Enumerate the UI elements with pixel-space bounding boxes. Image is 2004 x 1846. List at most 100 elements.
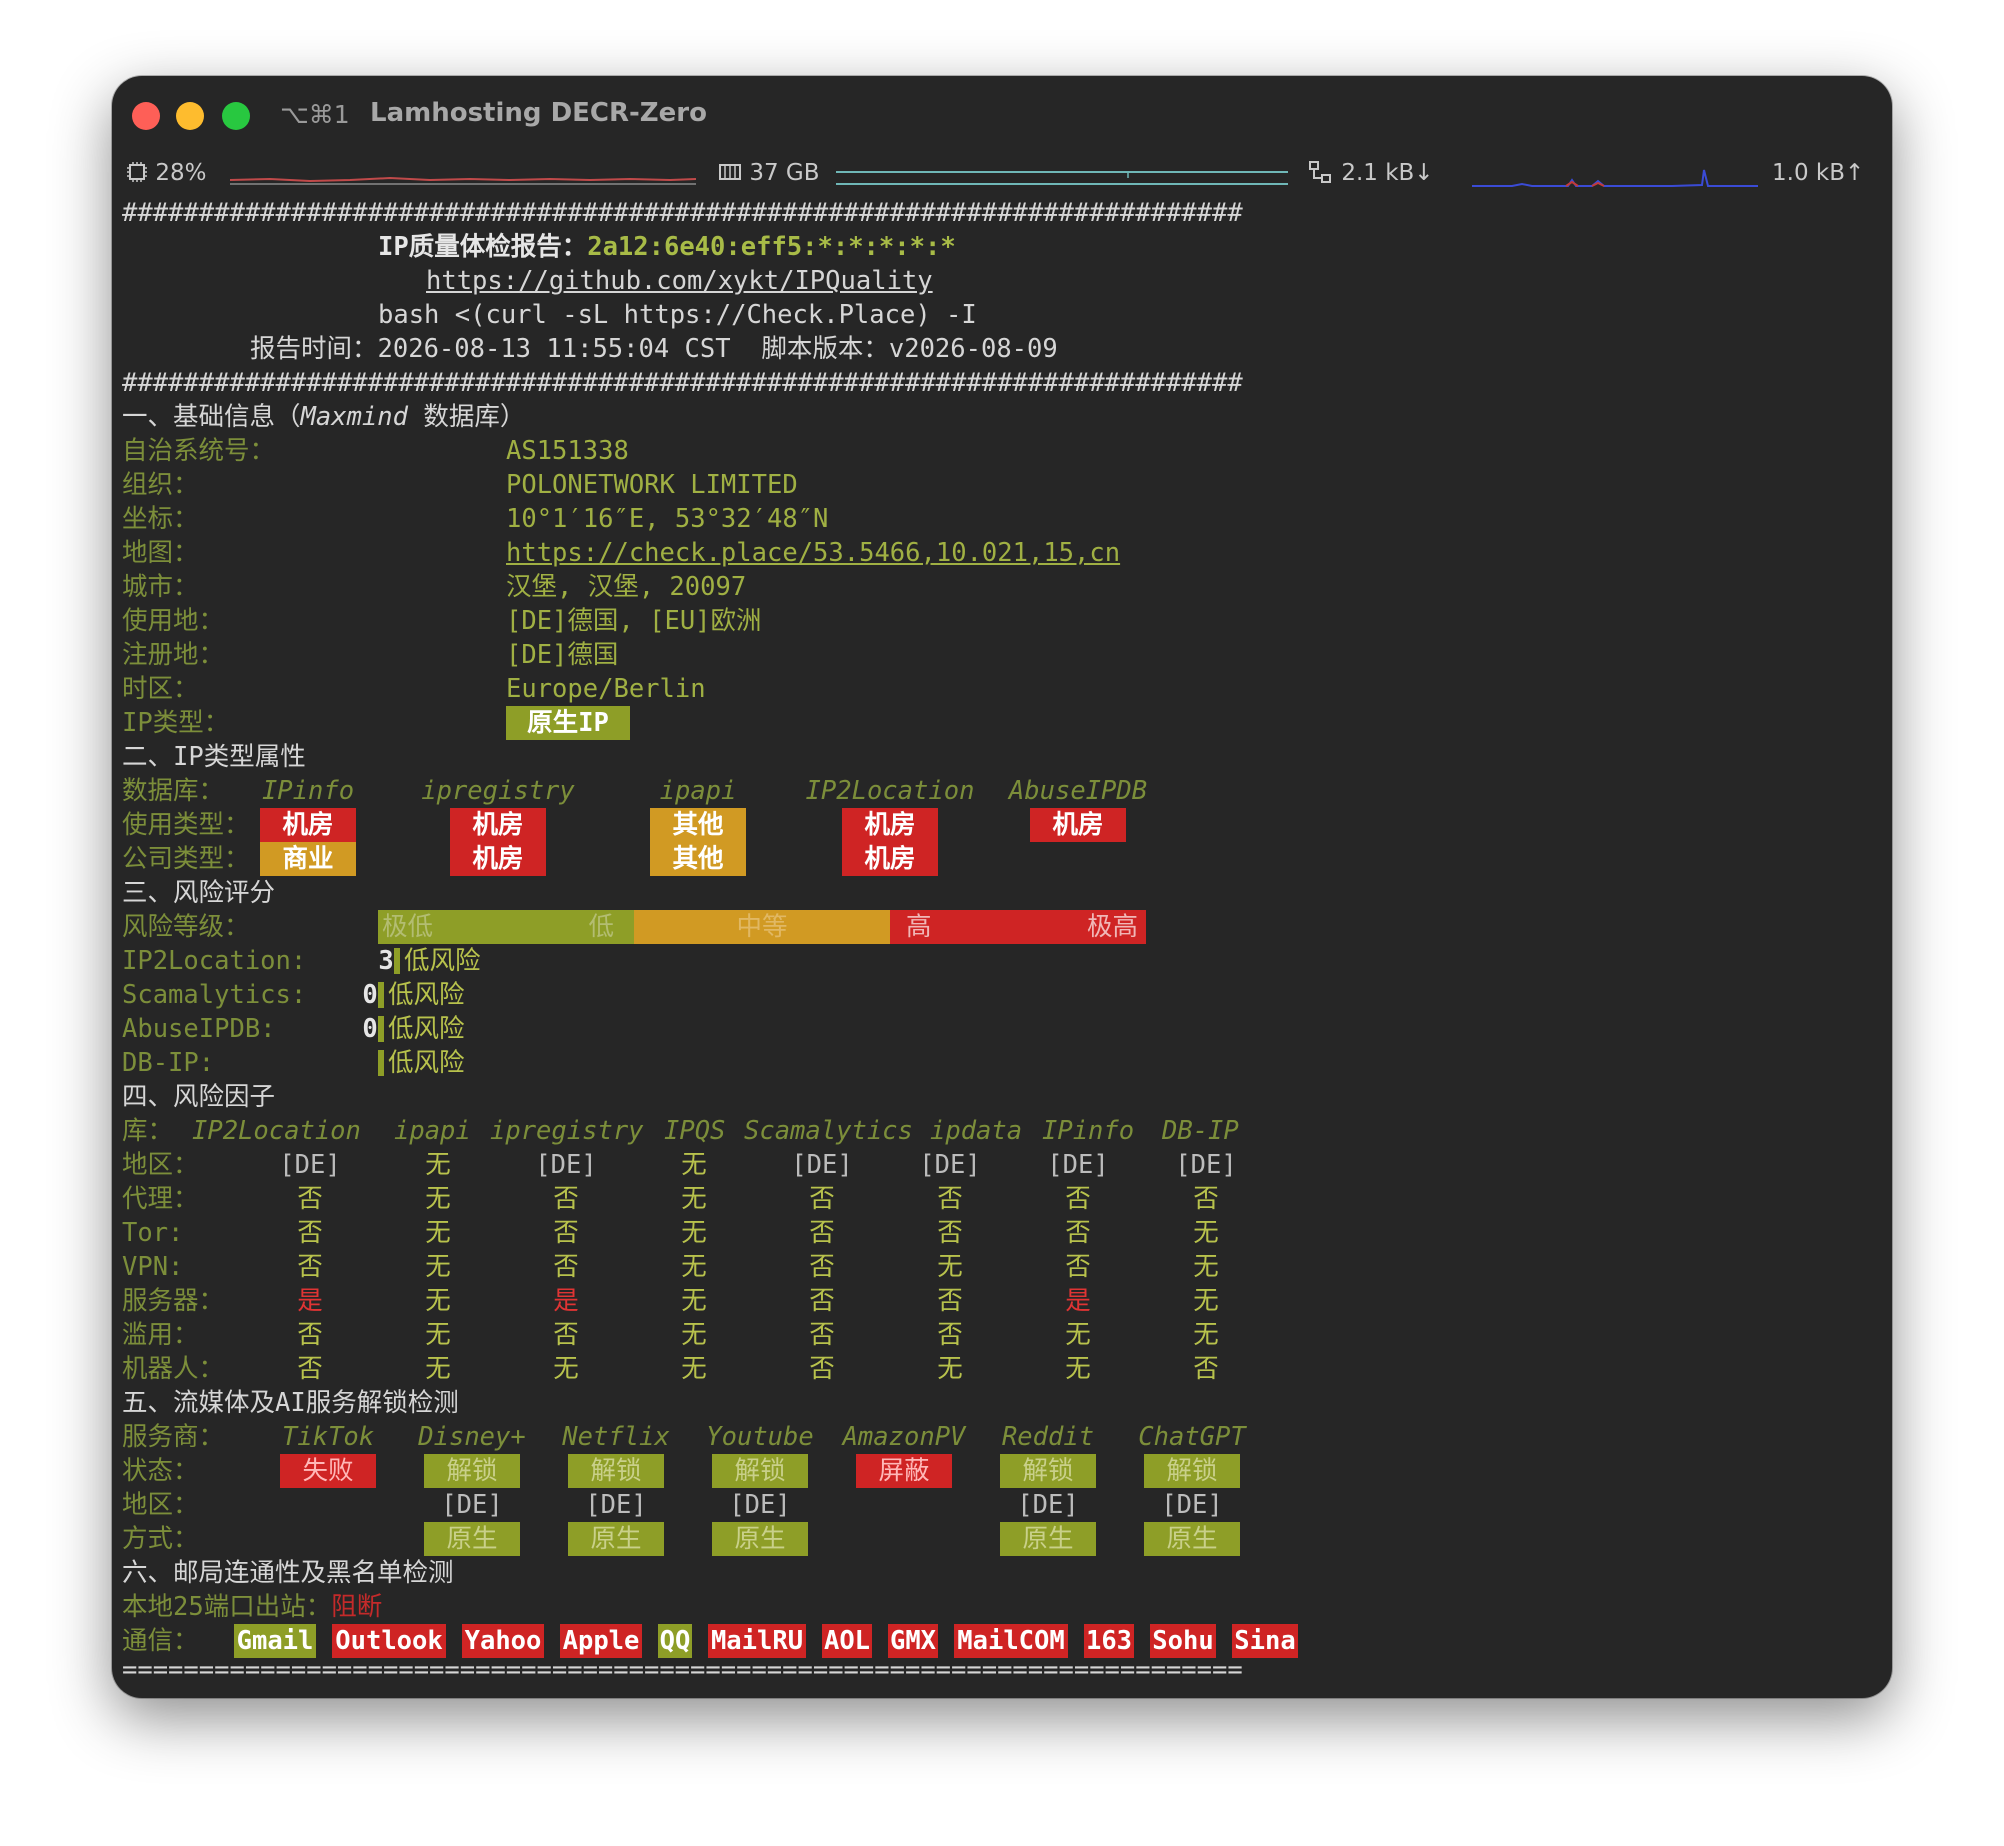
stream-status-6: 解锁 bbox=[1144, 1454, 1240, 1488]
mail-comm-label: 通信： bbox=[122, 1626, 199, 1656]
factor-cell-3-6: 否 bbox=[1065, 1252, 1091, 1282]
risk-score-2: 0 bbox=[362, 1014, 378, 1044]
terminal-window: ⌥⌘1 Lamhosting DECR-Zero 28% 37 GB 2.1 k… bbox=[112, 76, 1892, 1698]
iptype-usage-1: 机房 bbox=[450, 808, 546, 842]
risk-scale-label-4: 极高 bbox=[1086, 912, 1138, 942]
factor-cell-6-7: 否 bbox=[1193, 1354, 1219, 1384]
factor-cell-0-5: [DE] bbox=[919, 1150, 981, 1180]
factor-cell-0-6: [DE] bbox=[1047, 1150, 1109, 1180]
iptype-db-1: ipregistry bbox=[421, 776, 575, 806]
section-basic-heading: 一、基础信息（Maxmind 数据库） bbox=[122, 402, 526, 432]
factor-cell-3-1: 无 bbox=[425, 1252, 451, 1282]
stream-status-1: 解锁 bbox=[424, 1454, 520, 1488]
stream-method-5: 原生 bbox=[1000, 1522, 1096, 1556]
factor-cell-1-2: 否 bbox=[553, 1184, 579, 1214]
stream-method-3: 原生 bbox=[712, 1522, 808, 1556]
factor-cell-0-7: [DE] bbox=[1175, 1150, 1237, 1180]
factor-cell-1-3: 无 bbox=[681, 1184, 707, 1214]
risk-source-3: DB-IP: bbox=[122, 1048, 215, 1078]
stream-region-2: [DE] bbox=[585, 1490, 647, 1520]
script-version-label: 脚本版本： bbox=[761, 334, 889, 364]
report-title: IP质量体检报告：2a12:6e40:eff5:*:*:*:*:* bbox=[378, 230, 956, 264]
basic-label-3: 地图： bbox=[122, 538, 199, 568]
factor-cell-0-1: 无 bbox=[425, 1150, 451, 1180]
mail-badge-7: GMX bbox=[888, 1624, 938, 1658]
factor-cell-5-5: 否 bbox=[937, 1320, 963, 1350]
factor-label-4: 服务器： bbox=[122, 1286, 225, 1316]
factor-cell-1-0: 否 bbox=[297, 1184, 323, 1214]
iptype-usage-2: 其他 bbox=[650, 808, 746, 842]
factor-cell-2-0: 否 bbox=[297, 1218, 323, 1248]
risk-text-2: 低风险 bbox=[388, 1014, 465, 1044]
port25-line: 本地25端口出站：阻断 bbox=[122, 1590, 382, 1624]
iptype-company-1: 机房 bbox=[450, 842, 546, 876]
window-shortcut: ⌥⌘1 bbox=[280, 100, 350, 129]
factor-col-3: IPQS bbox=[664, 1116, 726, 1146]
factor-cell-4-7: 无 bbox=[1193, 1286, 1219, 1316]
basic-value-3[interactable]: https://check.place/53.5466,10.021,15,cn bbox=[506, 536, 1120, 570]
basic-label-1: 组织： bbox=[122, 470, 199, 500]
memory-icon bbox=[719, 164, 741, 180]
risk-score-bar-0 bbox=[394, 948, 400, 974]
network-icon bbox=[1309, 161, 1331, 183]
risk-score-bar-1 bbox=[378, 982, 384, 1008]
factor-cell-3-5: 无 bbox=[937, 1252, 963, 1282]
factor-cell-0-0: [DE] bbox=[279, 1150, 341, 1180]
factor-cell-6-3: 无 bbox=[681, 1354, 707, 1384]
footer-divider: ========================================… bbox=[122, 1655, 1243, 1685]
network-down-indicator: 2.1 kB↓ bbox=[1308, 160, 1434, 186]
risk-scale-label-1: 低 bbox=[588, 912, 614, 942]
stream-method-2: 原生 bbox=[568, 1522, 664, 1556]
factor-cell-3-3: 无 bbox=[681, 1252, 707, 1282]
factor-label-0: 地区： bbox=[122, 1150, 199, 1180]
risk-score-bar-3 bbox=[378, 1050, 384, 1076]
factor-cell-3-2: 否 bbox=[553, 1252, 579, 1282]
factor-cell-0-4: [DE] bbox=[791, 1150, 853, 1180]
factor-cell-5-6: 无 bbox=[1065, 1320, 1091, 1350]
basic-label-7: 时区： bbox=[122, 674, 199, 704]
factor-cell-3-0: 否 bbox=[297, 1252, 323, 1282]
mail-badge-3: Apple bbox=[560, 1624, 642, 1658]
ip-type-label: IP类型： bbox=[122, 708, 230, 738]
network-down-value: 2.1 kB↓ bbox=[1341, 160, 1434, 186]
factor-cell-2-1: 无 bbox=[425, 1218, 451, 1248]
factor-cell-4-2: 是 bbox=[553, 1286, 579, 1316]
streaming-status-label: 状态： bbox=[122, 1456, 199, 1486]
mail-badge-11: Sina bbox=[1232, 1624, 1298, 1658]
stream-name-3: Youtube bbox=[706, 1422, 814, 1452]
report-time-line: 报告时间：2026-08-13 11:55:04 CST 脚本版本：v2026-… bbox=[250, 332, 1058, 366]
mail-badge-6: AOL bbox=[822, 1624, 872, 1658]
window-title: Lamhosting DECR-Zero bbox=[370, 98, 707, 128]
factor-col-4: Scamalytics bbox=[744, 1116, 913, 1146]
memory-graph bbox=[836, 171, 1288, 185]
iptype-company-label: 公司类型： bbox=[122, 844, 250, 874]
mail-badge-9: 163 bbox=[1084, 1624, 1134, 1658]
basic-label-6: 注册地： bbox=[122, 640, 225, 670]
basic-value-0: AS151338 bbox=[506, 436, 629, 466]
close-button[interactable] bbox=[132, 102, 160, 130]
iptype-db-0: IPinfo bbox=[261, 776, 355, 806]
factor-col-6: IPinfo bbox=[1042, 1116, 1135, 1146]
factor-cell-1-1: 无 bbox=[425, 1184, 451, 1214]
factor-cell-2-2: 否 bbox=[553, 1218, 579, 1248]
stream-status-3: 解锁 bbox=[712, 1454, 808, 1488]
iptype-db-3: IP2Location bbox=[805, 776, 975, 806]
factor-cell-5-2: 否 bbox=[553, 1320, 579, 1350]
hash-divider-top: ########################################… bbox=[122, 198, 1243, 228]
factor-cell-4-6: 是 bbox=[1065, 1286, 1091, 1316]
factor-cell-5-3: 无 bbox=[681, 1320, 707, 1350]
basic-value-1: POLONETWORK LIMITED bbox=[506, 470, 798, 500]
streaming-method-label: 方式： bbox=[122, 1524, 199, 1554]
basic-value-7: Europe/Berlin bbox=[506, 674, 706, 704]
factor-col-0: IP2Location bbox=[192, 1116, 361, 1146]
cpu-value: 28% bbox=[155, 160, 207, 186]
minimize-button[interactable] bbox=[176, 102, 204, 130]
risk-source-2: AbuseIPDB: bbox=[122, 1014, 276, 1044]
factor-cell-2-6: 否 bbox=[1065, 1218, 1091, 1248]
stream-status-2: 解锁 bbox=[568, 1454, 664, 1488]
repo-link[interactable]: https://github.com/xykt/IPQuality bbox=[426, 264, 933, 298]
memory-value: 37 GB bbox=[749, 160, 820, 186]
factor-cell-6-6: 无 bbox=[1065, 1354, 1091, 1384]
factor-cell-2-4: 否 bbox=[809, 1218, 835, 1248]
zoom-button[interactable] bbox=[222, 102, 250, 130]
